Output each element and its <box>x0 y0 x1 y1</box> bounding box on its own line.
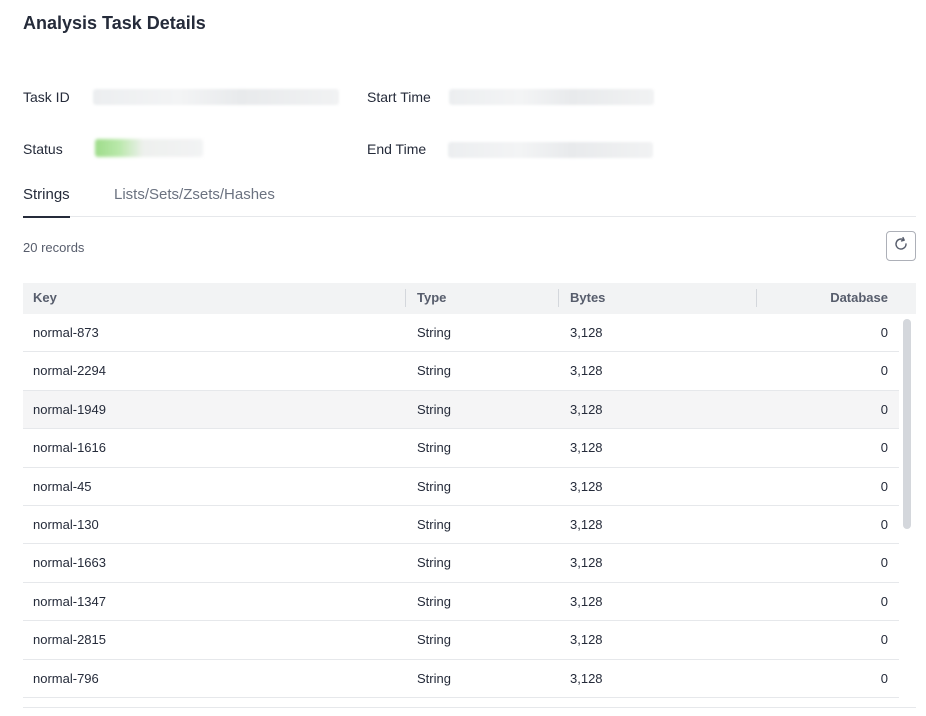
cell-database: 0 <box>880 478 888 494</box>
status-label: Status <box>23 141 63 157</box>
cell-database: 0 <box>880 325 888 340</box>
cell-type: String <box>417 478 451 494</box>
table-row[interactable]: normal-2815 String 3,128 0 <box>23 621 899 660</box>
cell-key: normal-1949 <box>33 401 106 417</box>
cell-type: String <box>417 632 451 648</box>
column-divider[interactable] <box>405 289 406 307</box>
cell-type: String <box>417 325 451 340</box>
table-bottom-divider <box>23 707 916 708</box>
cell-key: normal-2294 <box>33 363 106 379</box>
column-header-database[interactable]: Database <box>830 290 888 305</box>
page-title: Analysis Task Details <box>23 13 206 33</box>
records-table: Key Type Bytes Database normal-873 String… <box>23 283 916 698</box>
cell-bytes: 3,128 <box>570 325 603 340</box>
cell-type: String <box>417 555 451 571</box>
table-row[interactable]: normal-45 String 3,128 0 <box>23 468 899 506</box>
end-time-value-redacted <box>448 142 653 158</box>
cell-database: 0 <box>880 555 888 571</box>
table-row[interactable]: normal-1616 String 3,128 0 <box>23 429 899 468</box>
cell-key: normal-1616 <box>33 440 106 456</box>
column-divider[interactable] <box>558 289 559 307</box>
cell-database: 0 <box>880 440 888 456</box>
cell-database: 0 <box>880 401 888 417</box>
table-row[interactable]: normal-873 String 3,128 0 <box>23 314 899 353</box>
cell-key: normal-130 <box>33 516 99 532</box>
cell-type: String <box>417 440 451 456</box>
column-header-key[interactable]: Key <box>33 290 57 305</box>
table-row[interactable]: normal-1663 String 3,128 0 <box>23 544 899 583</box>
table-row[interactable]: normal-130 String 3,128 0 <box>23 506 899 545</box>
cell-type: String <box>417 401 451 417</box>
column-divider[interactable] <box>756 289 757 307</box>
column-header-type[interactable]: Type <box>417 290 446 305</box>
table-scrollbar[interactable] <box>903 319 911 529</box>
column-header-bytes[interactable]: Bytes <box>570 290 605 305</box>
table-row[interactable]: normal-2294 String 3,128 0 <box>23 352 899 391</box>
cell-type: String <box>417 670 451 686</box>
cell-bytes: 3,128 <box>570 478 603 494</box>
cell-type: String <box>417 516 451 532</box>
cell-bytes: 3,128 <box>570 440 603 456</box>
table-row[interactable]: normal-1949 String 3,128 0 <box>23 390 899 430</box>
task-id-value-redacted <box>93 89 339 105</box>
cell-bytes: 3,128 <box>570 516 603 532</box>
table-header: Key Type Bytes Database <box>23 283 916 314</box>
task-id-label: Task ID <box>23 89 70 105</box>
cell-type: String <box>417 593 451 609</box>
tab-lists-sets-zsets-hashes[interactable]: Lists/Sets/Zsets/Hashes <box>114 186 275 217</box>
cell-key: normal-796 <box>33 670 99 686</box>
cell-type: String <box>417 363 451 379</box>
table-row[interactable]: normal-796 String 3,128 0 <box>23 660 899 698</box>
records-count: 20 records <box>23 240 85 255</box>
cell-database: 0 <box>880 516 888 532</box>
cell-key: normal-2815 <box>33 632 106 648</box>
start-time-label: Start Time <box>367 89 431 105</box>
refresh-button[interactable] <box>886 231 916 261</box>
cell-database: 0 <box>880 670 888 686</box>
table-row[interactable]: normal-1347 String 3,128 0 <box>23 583 899 622</box>
cell-bytes: 3,128 <box>570 401 603 417</box>
cell-bytes: 3,128 <box>570 593 603 609</box>
cell-key: normal-45 <box>33 478 92 494</box>
cell-key: normal-1347 <box>33 593 106 609</box>
end-time-label: End Time <box>367 141 427 157</box>
cell-database: 0 <box>880 593 888 609</box>
table-body: normal-873 String 3,128 0 normal-2294 String 3… <box>23 314 899 698</box>
refresh-icon <box>893 236 909 257</box>
cell-bytes: 3,128 <box>570 632 603 648</box>
tab-strings[interactable]: Strings <box>23 186 70 218</box>
cell-key: normal-1663 <box>33 555 106 571</box>
cell-bytes: 3,128 <box>570 363 603 379</box>
cell-bytes: 3,128 <box>570 555 603 571</box>
cell-bytes: 3,128 <box>570 670 603 686</box>
start-time-value-redacted <box>449 89 654 105</box>
tab-bar: Strings Lists/Sets/Zsets/Hashes <box>23 180 916 218</box>
analysis-task-details-page: Analysis Task Details Task ID Start Time… <box>0 0 926 716</box>
cell-key: normal-873 <box>33 325 99 340</box>
status-value-redacted <box>95 139 203 157</box>
cell-database: 0 <box>880 363 888 379</box>
cell-database: 0 <box>880 632 888 648</box>
